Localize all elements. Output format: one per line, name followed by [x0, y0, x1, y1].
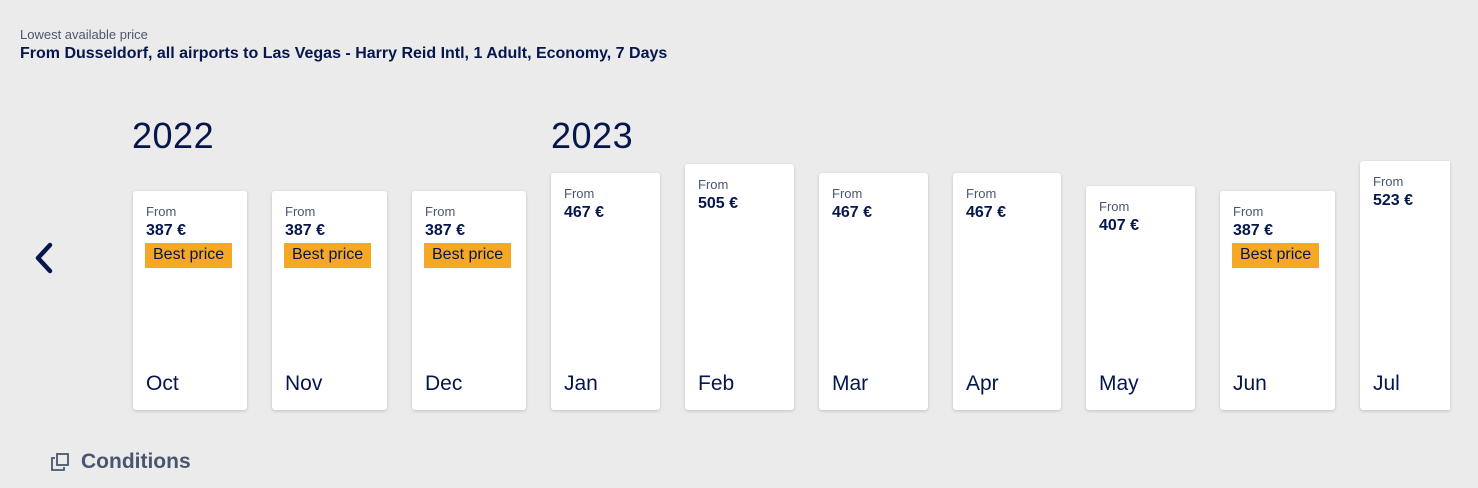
previous-months-button[interactable]	[28, 238, 62, 278]
from-label: From	[1233, 204, 1264, 219]
month-label: Feb	[698, 372, 735, 395]
from-label: From	[698, 177, 729, 192]
route-summary: From Dusseldorf, all airports to Las Veg…	[20, 45, 668, 62]
price-value: 387 €	[285, 222, 326, 239]
price-value: 467 €	[832, 204, 873, 221]
from-label: From	[966, 186, 997, 201]
month-card-nov[interactable]: From 387 € Best price Nov	[272, 191, 387, 410]
best-price-badge: Best price	[424, 243, 512, 268]
from-label: From	[285, 204, 316, 219]
month-card-jul[interactable]: From 523 € Jul	[1360, 161, 1450, 410]
month-card-apr[interactable]: From 467 € Apr	[953, 173, 1061, 410]
month-card-jun[interactable]: From 387 € Best price Jun	[1220, 191, 1335, 410]
price-value: 387 €	[146, 222, 187, 239]
month-label: Oct	[146, 372, 179, 395]
price-value: 467 €	[966, 204, 1007, 221]
best-price-badge: Best price	[1232, 243, 1320, 268]
price-value: 387 €	[1233, 222, 1274, 239]
year-label-2022: 2022	[132, 115, 215, 156]
price-value: 467 €	[564, 204, 605, 221]
month-card-feb[interactable]: From 505 € Feb	[685, 164, 794, 410]
year-label-2023: 2023	[551, 115, 634, 156]
month-label: Apr	[966, 372, 999, 395]
from-label: From	[425, 204, 456, 219]
month-card-dec[interactable]: From 387 € Best price Dec	[412, 191, 526, 410]
best-price-badge: Best price	[284, 243, 372, 268]
price-value: 523 €	[1373, 192, 1414, 209]
month-card-mar[interactable]: From 467 € Mar	[819, 173, 928, 410]
from-label: From	[832, 186, 863, 201]
from-label: From	[1373, 174, 1404, 189]
from-label: From	[1099, 199, 1130, 214]
conditions-label: Conditions	[81, 450, 191, 473]
month-label: Jan	[564, 372, 598, 395]
lowest-price-label: Lowest available price	[20, 27, 148, 42]
month-card-oct[interactable]: From 387 € Best price Oct	[133, 191, 247, 410]
from-label: From	[564, 186, 595, 201]
month-label: Jun	[1233, 372, 1267, 395]
month-label: Nov	[285, 372, 323, 395]
price-value: 505 €	[698, 195, 739, 212]
from-label: From	[146, 204, 177, 219]
month-label: Mar	[832, 372, 869, 395]
month-card-may[interactable]: From 407 € May	[1086, 186, 1195, 410]
month-label: May	[1099, 372, 1139, 395]
month-label: Jul	[1373, 372, 1400, 395]
chevron-left-icon	[35, 242, 53, 274]
price-value: 407 €	[1099, 217, 1140, 234]
conditions-link[interactable]: Conditions	[50, 450, 191, 474]
month-label: Dec	[425, 372, 463, 395]
price-value: 387 €	[425, 222, 466, 239]
external-window-icon	[51, 453, 69, 471]
best-price-badge: Best price	[145, 243, 233, 268]
month-card-jan[interactable]: From 467 € Jan	[551, 173, 660, 410]
